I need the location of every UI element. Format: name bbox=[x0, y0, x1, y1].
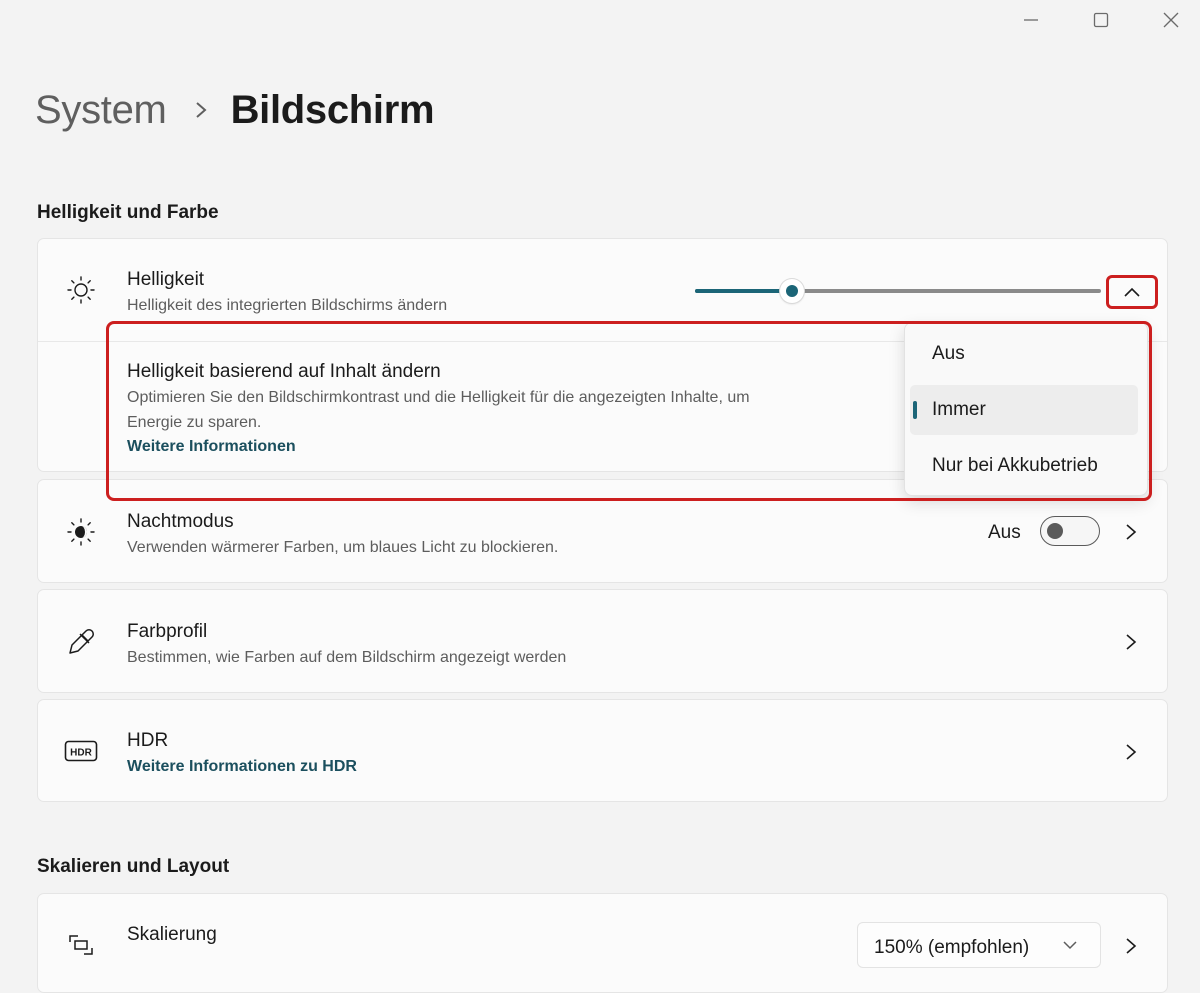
breadcrumb: System Bildschirm bbox=[35, 82, 435, 138]
minimize-button[interactable] bbox=[996, 0, 1066, 40]
maximize-icon bbox=[1093, 12, 1109, 28]
color-profile-card[interactable]: Farbprofil Bestimmen, wie Farben auf dem… bbox=[37, 589, 1168, 693]
chevron-right-icon[interactable] bbox=[1121, 936, 1141, 956]
slider-fill bbox=[695, 289, 793, 293]
hdr-title: HDR bbox=[127, 730, 169, 751]
hdr-more-info-link[interactable]: Weitere Informationen zu HDR bbox=[127, 758, 357, 776]
brightness-title: Helligkeit bbox=[127, 269, 205, 290]
chevron-right-icon[interactable] bbox=[1121, 632, 1141, 652]
scaling-title: Skalierung bbox=[127, 924, 217, 945]
chevron-right-icon bbox=[195, 101, 207, 119]
chevron-up-icon bbox=[1124, 287, 1140, 297]
collapse-button[interactable] bbox=[1106, 275, 1158, 309]
scaling-dropdown[interactable]: 150% (empfohlen) bbox=[857, 922, 1101, 968]
hdr-card[interactable]: HDR HDR Weitere Informationen zu HDR bbox=[37, 699, 1168, 802]
content-adaptive-dropdown-menu: Aus Immer Nur bei Akkubetrieb bbox=[904, 322, 1148, 496]
chevron-down-icon bbox=[1062, 937, 1078, 958]
content-adaptive-description-1: Optimieren Sie den Bildschirmkontrast un… bbox=[127, 389, 750, 406]
content-adaptive-description-2: Energie zu sparen. bbox=[127, 414, 262, 431]
scale-icon bbox=[64, 928, 98, 962]
menu-item-akkubetrieb[interactable]: Nur bei Akkubetrieb bbox=[910, 441, 1138, 491]
night-mode-title: Nachtmodus bbox=[127, 511, 234, 532]
color-profile-subtitle: Bestimmen, wie Farben auf dem Bildschirm… bbox=[127, 649, 567, 666]
chevron-right-icon[interactable] bbox=[1121, 742, 1141, 762]
eyedropper-icon bbox=[64, 625, 98, 659]
section-title-scale-layout: Skalieren und Layout bbox=[37, 856, 230, 877]
selection-indicator bbox=[913, 401, 917, 419]
toggle-knob bbox=[1047, 523, 1063, 539]
slider-thumb[interactable] bbox=[780, 279, 805, 303]
menu-item-immer-label: Immer bbox=[932, 399, 986, 420]
maximize-button[interactable] bbox=[1066, 0, 1136, 40]
color-profile-title: Farbprofil bbox=[127, 621, 208, 642]
night-light-icon bbox=[64, 515, 98, 549]
night-mode-subtitle: Verwenden wärmerer Farben, um blaues Lic… bbox=[127, 539, 559, 556]
sun-icon bbox=[64, 273, 98, 307]
page-title: Bildschirm bbox=[230, 87, 435, 132]
hdr-icon: HDR bbox=[64, 734, 98, 768]
brightness-slider[interactable] bbox=[695, 279, 1101, 303]
brightness-subtitle: Helligkeit des integrierten Bildschirms … bbox=[127, 297, 448, 314]
chevron-right-icon[interactable] bbox=[1121, 522, 1141, 542]
scaling-value: 150% (empfohlen) bbox=[874, 937, 1030, 958]
night-mode-toggle[interactable] bbox=[1040, 516, 1100, 546]
close-icon bbox=[1163, 12, 1179, 28]
breadcrumb-parent[interactable]: System bbox=[35, 88, 167, 133]
menu-item-aus[interactable]: Aus bbox=[910, 329, 1138, 379]
svg-text:HDR: HDR bbox=[70, 748, 92, 759]
section-title-brightness-color: Helligkeit und Farbe bbox=[37, 202, 219, 223]
minimize-icon bbox=[1024, 19, 1038, 21]
more-info-link[interactable]: Weitere Informationen bbox=[127, 438, 296, 456]
menu-item-immer[interactable]: Immer bbox=[910, 385, 1138, 435]
scaling-card: Skalierung 150% (empfohlen) bbox=[37, 893, 1168, 993]
content-adaptive-title: Helligkeit basierend auf Inhalt ändern bbox=[127, 361, 441, 382]
night-mode-state-label: Aus bbox=[988, 522, 1021, 543]
close-button[interactable] bbox=[1136, 0, 1200, 40]
